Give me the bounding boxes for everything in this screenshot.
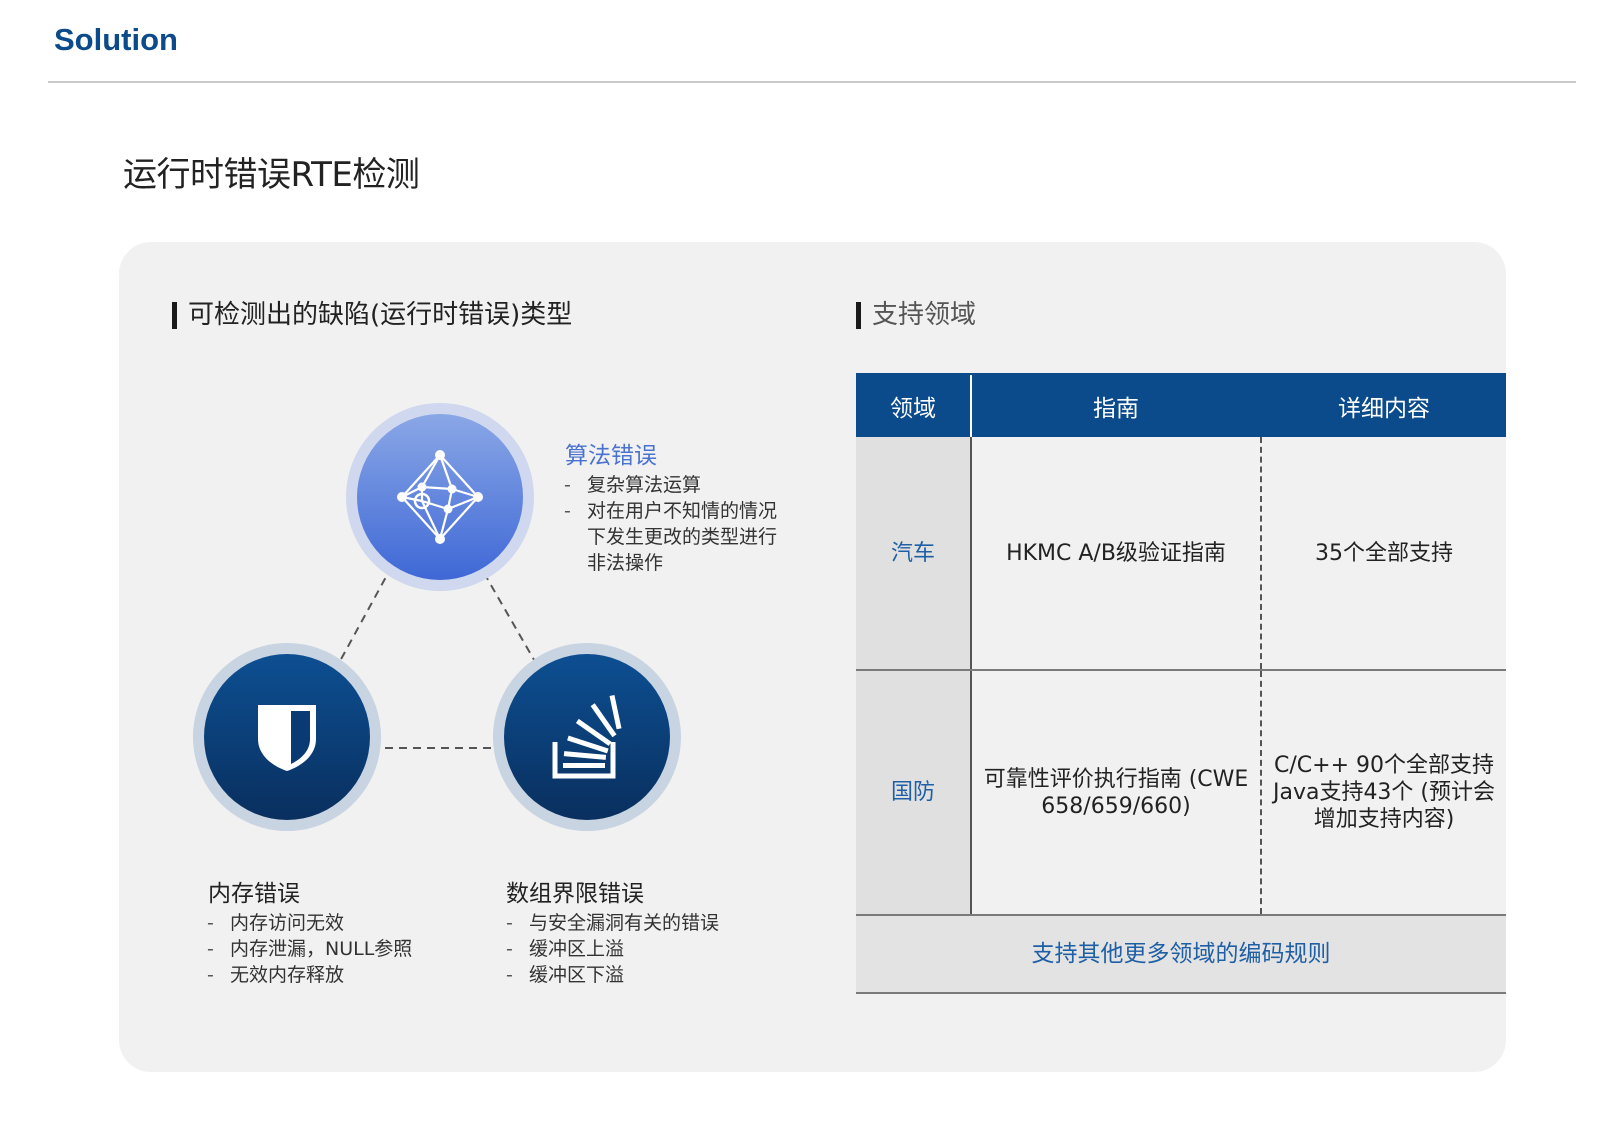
table-cell-detail: 35个全部支持 [1261, 437, 1506, 671]
table-cell-guide: HKMC A/B级验证指南 [971, 437, 1262, 671]
list-item: 缓冲区上溢 [506, 936, 719, 962]
network-icon [397, 450, 483, 544]
shield-icon [258, 705, 316, 771]
list-item: 无效内存释放 [207, 962, 412, 988]
table-cell-guide: 可靠性评价执行指南 (CWE 658/659/660) [971, 670, 1262, 916]
list-item: 内存访问无效 [207, 910, 412, 936]
table-cell-domain: 国防 [856, 670, 972, 916]
column-header-detail: 详细内容 [1261, 374, 1506, 437]
array-error-list: 与安全漏洞有关的错误 缓冲区上溢 缓冲区下溢 [506, 910, 719, 988]
table-header-row: 领域 指南 详细内容 [856, 374, 1506, 437]
list-item: 内存泄漏，NULL参照 [207, 936, 412, 962]
table-footer-note: 支持其他更多领域的编码规则 [856, 915, 1506, 994]
table-row: 汽车 HKMC A/B级验证指南 35个全部支持 [856, 437, 1506, 671]
table-row: 国防 可靠性评价执行指南 (CWE 658/659/660) C/C++ 90个… [856, 670, 1506, 916]
column-header-domain: 领域 [856, 374, 972, 437]
array-node [504, 654, 670, 820]
list-item: 对在用户不知情的情况 [564, 498, 777, 524]
table-footer-row: 支持其他更多领域的编码规则 [856, 915, 1506, 994]
array-error-title: 数组界限错误 [506, 881, 644, 907]
support-domain-table: 领域 指南 详细内容 汽车 HKMC A/B级验证指南 35个全部支持 国防 可… [856, 374, 1506, 994]
list-item: 复杂算法运算 [564, 472, 777, 498]
list-item-continuation: 下发生更改的类型进行 [587, 526, 778, 548]
table-top-rule [856, 373, 1506, 375]
table-cell-detail: C/C++ 90个全部支持 Java支持43个 (预计会增加支持内容) [1261, 670, 1506, 916]
list-item-continuation: 非法操作 [587, 552, 664, 574]
connector-algo-array [483, 572, 538, 666]
table-cell-domain: 汽车 [856, 437, 972, 671]
connector-algo-memory [333, 565, 393, 673]
column-header-guide: 指南 [971, 374, 1262, 437]
memory-node [204, 654, 370, 820]
algorithm-error-title: 算法错误 [565, 443, 657, 469]
stack-icon [552, 694, 622, 779]
memory-error-title: 内存错误 [208, 881, 300, 907]
algorithm-node [357, 414, 523, 580]
list-item: 缓冲区下溢 [506, 962, 719, 988]
list-item: 与安全漏洞有关的错误 [506, 910, 719, 936]
memory-error-list: 内存访问无效 内存泄漏，NULL参照 无效内存释放 [207, 910, 412, 988]
algorithm-error-list: 复杂算法运算 对在用户不知情的情况 下发生更改的类型进行 非法操作 [564, 472, 777, 576]
